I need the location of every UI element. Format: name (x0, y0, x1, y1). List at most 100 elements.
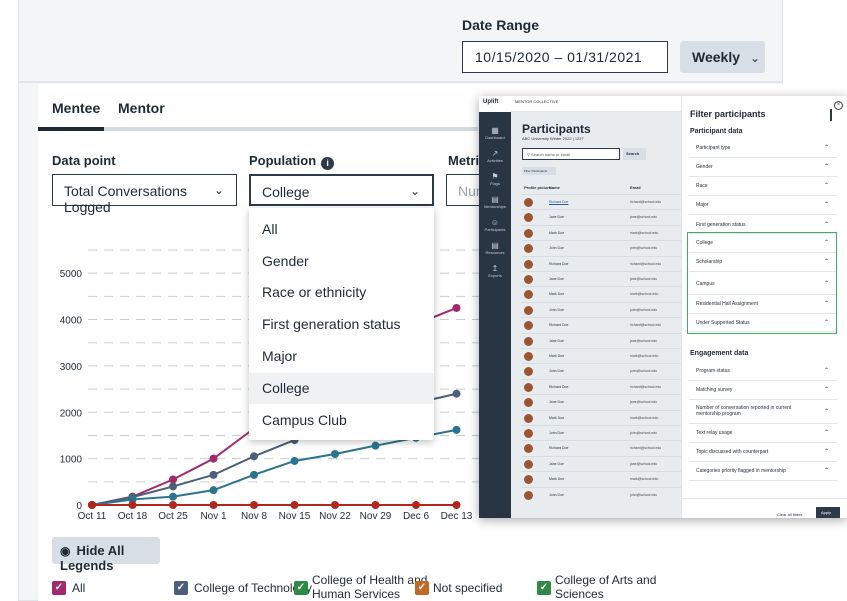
date-range-input[interactable]: 10/15/2020 – 01/31/2021 (462, 41, 668, 73)
table-row[interactable]: Mark Doe mark@school.edu (522, 471, 681, 486)
hide-legends-button[interactable]: ◉ Hide All Legends (52, 537, 160, 573)
data-point[interactable] (290, 501, 299, 509)
participant-name[interactable]: John Doe (549, 493, 564, 497)
data-point[interactable] (331, 501, 339, 509)
nav-item[interactable]: ▦ Dashboard (479, 126, 511, 140)
checkbox-checked-icon[interactable]: ✓ (537, 581, 551, 595)
participant-name[interactable]: Jane Doe (549, 462, 564, 466)
data-point[interactable] (250, 470, 258, 479)
table-row[interactable]: Mark Doe mark@school.edu (522, 224, 681, 240)
data-point[interactable] (290, 456, 299, 465)
participant-name[interactable]: Mark Doe (549, 416, 564, 420)
population-option-gender[interactable]: Gender (249, 246, 434, 277)
column-email[interactable]: Email (630, 185, 641, 190)
data-point[interactable] (412, 501, 420, 509)
data-point[interactable] (371, 441, 380, 450)
participant-name[interactable]: Jane Doe (549, 339, 564, 343)
filter-item[interactable]: Text relay usage ⌃ (689, 424, 837, 443)
table-row[interactable]: Richard Doe richard@school.edu (522, 317, 681, 332)
data-point[interactable] (169, 501, 177, 509)
participant-name[interactable]: Jane Doe (549, 215, 564, 219)
data-point[interactable] (169, 475, 177, 484)
table-row[interactable]: Mark Doe mark@school.edu (522, 348, 681, 363)
participant-name[interactable]: John Doe (549, 369, 564, 373)
table-row[interactable]: Jane Doe jane@school.edu (522, 394, 681, 409)
nav-item[interactable]: ▤ Mentorships (479, 195, 511, 209)
panel-resize-handle[interactable] (830, 109, 832, 121)
clear-filters-link[interactable]: Clear all filters (777, 512, 802, 517)
participant-name[interactable]: Mark Doe (549, 354, 564, 358)
column-name[interactable]: Name (549, 185, 560, 190)
filter-item[interactable]: Participant type ⌃ (689, 138, 837, 158)
table-row[interactable]: Jane Doe jane@school.edu (522, 455, 681, 471)
apply-button[interactable]: Apply (816, 507, 840, 518)
table-row[interactable]: Richard Doe richard@school.edu (522, 378, 681, 394)
filter-item[interactable]: Categories priority flagged in mentorshi… (689, 462, 837, 481)
interval-select[interactable]: Weekly ⌄ (680, 41, 765, 73)
participant-name[interactable]: Richard Doe (549, 200, 568, 204)
population-option-college[interactable]: College (249, 373, 434, 404)
table-row[interactable]: John Doe john@school.edu (522, 486, 681, 502)
population-option-first-gen[interactable]: First generation status (249, 309, 434, 340)
data-point[interactable] (88, 501, 96, 509)
data-point[interactable] (128, 501, 137, 509)
checkbox-checked-icon[interactable]: ✓ (294, 581, 308, 595)
checkbox-checked-icon[interactable]: ✓ (174, 581, 188, 595)
table-row[interactable]: Mark Doe mark@school.edu (522, 286, 681, 301)
table-row[interactable]: Jane Doe jane@school.edu (522, 271, 681, 286)
filter-item[interactable]: Matching survey ⌃ (689, 381, 837, 400)
close-icon[interactable]: × (834, 101, 843, 110)
participant-name[interactable]: Richard Doe (549, 446, 568, 450)
data-point[interactable] (169, 482, 177, 491)
participant-name[interactable]: Mark Doe (549, 292, 564, 296)
population-option-major[interactable]: Major (249, 341, 434, 372)
data-point[interactable] (209, 454, 218, 463)
population-option-race[interactable]: Race or ethnicity (249, 277, 434, 308)
data-point[interactable] (371, 501, 380, 509)
data-point[interactable] (452, 303, 461, 312)
filter-item[interactable]: Topic discussed with counterpart ⌃ (689, 443, 837, 462)
table-row[interactable]: Jane Doe jane@school.edu (522, 209, 681, 224)
participant-name[interactable]: Mark Doe (549, 231, 564, 235)
data-point[interactable] (169, 492, 177, 501)
table-row[interactable]: John Doe john@school.edu (522, 363, 681, 378)
participant-name[interactable]: John Doe (549, 308, 564, 312)
filter-item[interactable]: Program status ⌃ (689, 362, 837, 381)
nav-item[interactable]: ⚑ Flags (479, 172, 511, 186)
table-row[interactable]: John Doe john@school.edu (522, 425, 681, 440)
filter-item[interactable]: Number of conversation reported in curre… (689, 400, 837, 424)
participant-name[interactable]: Richard Doe (549, 323, 568, 327)
table-row[interactable]: Richard Doe richard@school.edu (522, 440, 681, 455)
data-point[interactable] (209, 470, 218, 479)
data-point[interactable] (209, 486, 218, 495)
tab-mentee[interactable]: Mentee (52, 100, 100, 116)
data-point[interactable] (452, 425, 461, 434)
search-button[interactable]: Search (623, 148, 646, 160)
table-row[interactable]: John Doe john@school.edu (522, 240, 681, 255)
info-icon[interactable]: i (321, 157, 335, 170)
participant-name[interactable]: Richard Doe (549, 262, 568, 266)
participant-name[interactable]: Jane Doe (549, 277, 564, 281)
nav-item[interactable]: ▤ Resources (479, 241, 511, 255)
data-point[interactable] (331, 450, 339, 458)
filter-item[interactable]: Race ⌃ (689, 177, 837, 196)
participant-name[interactable]: Mark Doe (549, 477, 564, 481)
tab-mentor[interactable]: Mentor (118, 100, 165, 116)
data-point[interactable] (452, 501, 461, 509)
data-point-select[interactable]: Total Conversations Logged ⌄ (52, 174, 237, 215)
filter-item[interactable]: Gender ⌃ (689, 158, 837, 177)
participant-search-input[interactable]: ⚲ Search name or email (522, 148, 620, 160)
table-row[interactable]: Jane Doe jane@school.edu (522, 332, 681, 348)
data-point[interactable] (250, 501, 258, 509)
nav-item[interactable]: ↥ Exports (479, 264, 511, 278)
table-row[interactable]: John Doe john@school.edu (522, 301, 681, 317)
data-point[interactable] (209, 501, 218, 509)
data-point[interactable] (250, 452, 258, 461)
table-row[interactable]: Richard Doe richard@school.edu (522, 255, 681, 271)
filter-participants-button[interactable]: Filter Participants (522, 167, 556, 175)
population-option-all[interactable]: All (249, 214, 434, 245)
participant-name[interactable]: John Doe (549, 431, 564, 435)
population-select[interactable]: College ⌄ (249, 174, 434, 206)
checkbox-checked-icon[interactable]: ✓ (415, 581, 429, 595)
nav-item[interactable]: ↗ Activities (479, 149, 511, 163)
